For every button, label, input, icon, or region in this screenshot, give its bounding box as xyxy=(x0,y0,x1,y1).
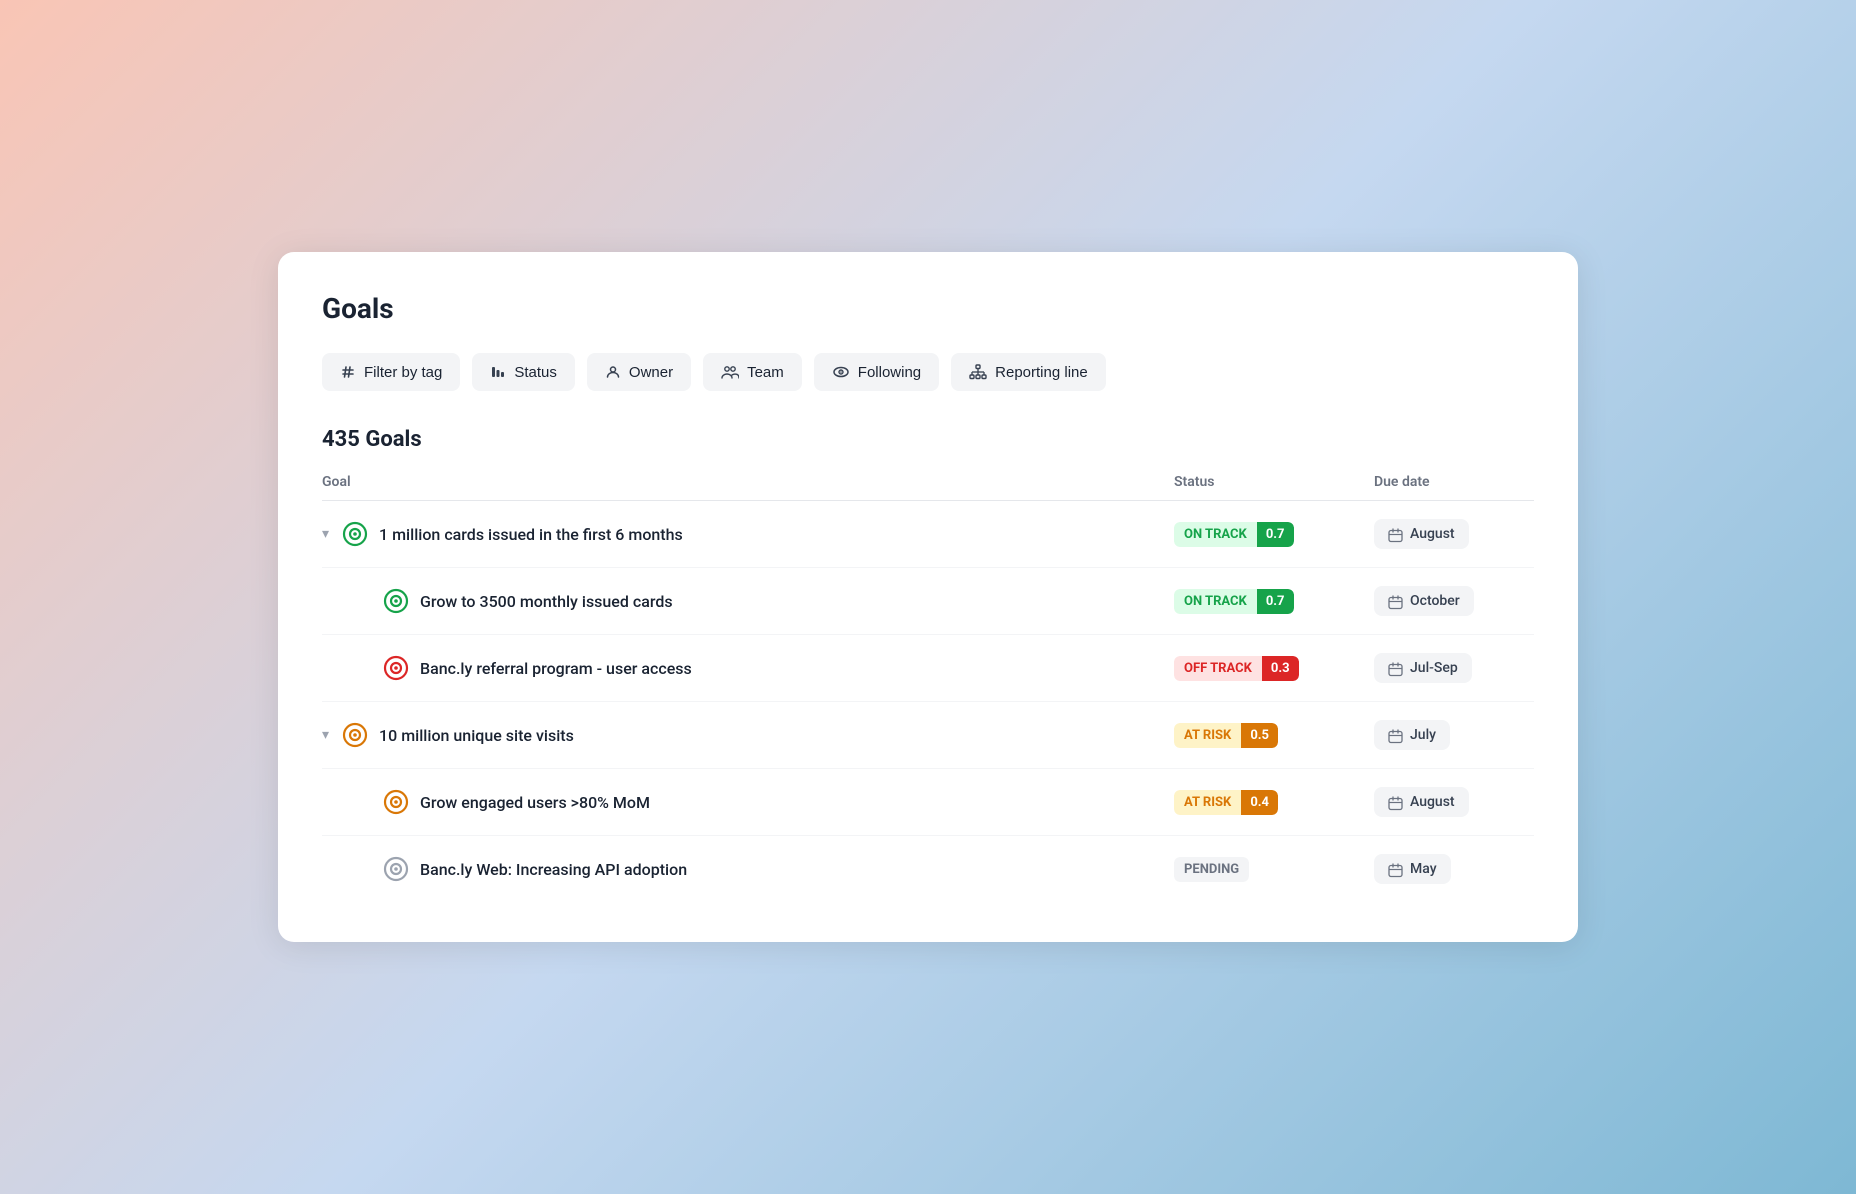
filter-team-button[interactable]: Team xyxy=(703,353,802,391)
goal-name-cell: Banc.ly referral program - user access xyxy=(382,654,1174,682)
due-date: Jul-Sep xyxy=(1410,660,1458,676)
goal-name-cell: Grow engaged users >80% MoM xyxy=(382,788,1174,816)
table-row[interactable]: Banc.ly Web: Increasing API adoption PEN… xyxy=(322,836,1534,902)
due-badge: Jul-Sep xyxy=(1374,653,1472,683)
person-icon xyxy=(605,363,621,381)
due-badge: May xyxy=(1374,854,1451,884)
status-cell: AT RISK 0.5 xyxy=(1174,723,1374,748)
page-title: Goals xyxy=(322,292,1534,325)
team-icon xyxy=(721,363,739,381)
filter-following-button[interactable]: Following xyxy=(814,353,939,391)
goal-name-cell: Grow to 3500 monthly issued cards xyxy=(382,587,1174,615)
due-cell: Jul-Sep xyxy=(1374,653,1534,683)
col-status-label: Status xyxy=(1174,474,1374,490)
due-badge: October xyxy=(1374,586,1474,616)
goal-icon xyxy=(382,587,410,615)
due-cell: August xyxy=(1374,787,1534,817)
goal-icon xyxy=(382,855,410,883)
calendar-icon xyxy=(1388,860,1403,878)
status-cell: ON TRACK 0.7 xyxy=(1174,589,1374,614)
col-goal-label: Goal xyxy=(322,474,1174,490)
goal-icon xyxy=(341,721,369,749)
goal-name: 10 million unique site visits xyxy=(379,726,574,745)
goal-name: Grow to 3500 monthly issued cards xyxy=(420,592,673,611)
filter-status-button[interactable]: Status xyxy=(472,353,575,391)
table-row[interactable]: ▾ 1 million cards issued in the first 6 … xyxy=(322,501,1534,568)
goal-name: 1 million cards issued in the first 6 mo… xyxy=(379,525,683,544)
goals-count: 435 Goals xyxy=(322,427,1534,452)
due-cell: July xyxy=(1374,720,1534,750)
hash-icon xyxy=(340,363,356,381)
due-badge: July xyxy=(1374,720,1450,750)
due-cell: May xyxy=(1374,854,1534,884)
goal-name: Banc.ly Web: Increasing API adoption xyxy=(420,860,687,879)
calendar-icon xyxy=(1388,793,1403,811)
goal-name: Banc.ly referral program - user access xyxy=(420,659,692,678)
expand-chevron[interactable]: ▾ xyxy=(322,727,329,743)
status-cell: ON TRACK 0.7 xyxy=(1174,522,1374,547)
due-date: May xyxy=(1410,861,1437,877)
table-row[interactable]: ▾ 10 million unique site visits AT RISK … xyxy=(322,702,1534,769)
status-cell: PENDING xyxy=(1174,857,1374,882)
table-row[interactable]: Grow engaged users >80% MoM AT RISK 0.4 … xyxy=(322,769,1534,836)
table-header: Goal Status Due date xyxy=(322,466,1534,501)
due-date: August xyxy=(1410,526,1455,542)
goal-name-cell: Banc.ly Web: Increasing API adoption xyxy=(382,855,1174,883)
status-cell: AT RISK 0.4 xyxy=(1174,790,1374,815)
due-date: August xyxy=(1410,794,1455,810)
due-badge: August xyxy=(1374,519,1469,549)
goal-name-cell: ▾ 10 million unique site visits xyxy=(322,721,1174,749)
goal-name-cell: ▾ 1 million cards issued in the first 6 … xyxy=(322,520,1174,548)
goals-list: ▾ 1 million cards issued in the first 6 … xyxy=(322,501,1534,902)
filter-reporting-button[interactable]: Reporting line xyxy=(951,353,1106,391)
goal-icon xyxy=(382,654,410,682)
goal-icon xyxy=(382,788,410,816)
due-cell: October xyxy=(1374,586,1534,616)
due-date: October xyxy=(1410,593,1460,609)
due-date: July xyxy=(1410,727,1436,743)
table-row[interactable]: Grow to 3500 monthly issued cards ON TRA… xyxy=(322,568,1534,635)
status-icon xyxy=(490,363,506,381)
col-due-label: Due date xyxy=(1374,474,1534,490)
due-badge: August xyxy=(1374,787,1469,817)
expand-chevron[interactable]: ▾ xyxy=(322,526,329,542)
table-row[interactable]: Banc.ly referral program - user access O… xyxy=(322,635,1534,702)
calendar-icon xyxy=(1388,592,1403,610)
filter-bar: Filter by tag Status Owner xyxy=(322,353,1534,391)
calendar-icon xyxy=(1388,525,1403,543)
eye-icon xyxy=(832,363,850,381)
calendar-icon xyxy=(1388,726,1403,744)
status-cell: OFF TRACK 0.3 xyxy=(1174,656,1374,681)
due-cell: August xyxy=(1374,519,1534,549)
goal-name: Grow engaged users >80% MoM xyxy=(420,793,650,812)
filter-tag-button[interactable]: Filter by tag xyxy=(322,353,460,391)
goal-icon xyxy=(341,520,369,548)
goals-card: Goals Filter by tag Status xyxy=(278,252,1578,942)
reporting-icon xyxy=(969,363,987,381)
calendar-icon xyxy=(1388,659,1403,677)
filter-owner-button[interactable]: Owner xyxy=(587,353,691,391)
